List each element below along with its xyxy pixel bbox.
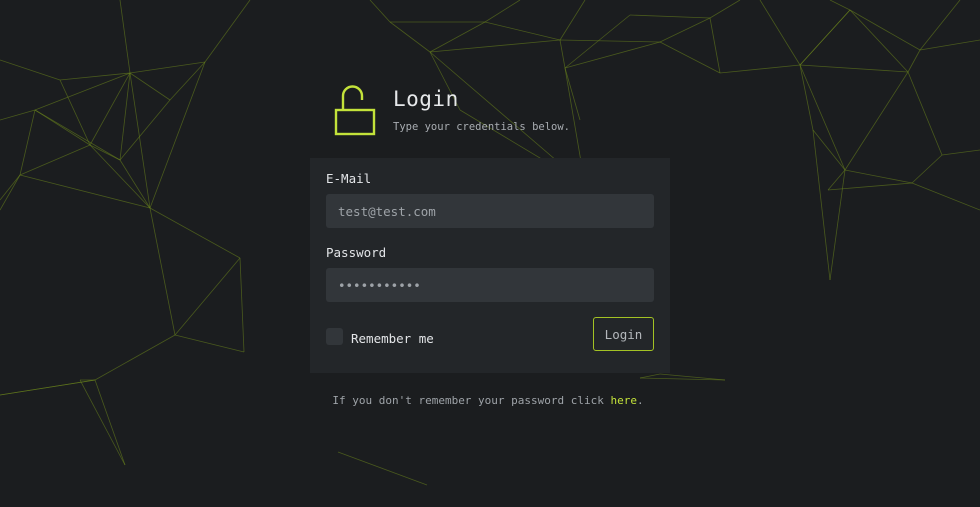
network-line [94,379,126,466]
page-title: Login [393,87,459,111]
network-line [94,334,176,381]
network-line [239,257,245,353]
remember-me: Remember me [326,327,434,346]
network-line [812,129,846,171]
network-line [174,257,241,336]
network-line [119,159,151,209]
remember-me-label: Remember me [351,331,434,346]
network-line [829,0,851,11]
login-header: Login Type your credentials below. [333,83,673,143]
network-line [149,207,176,336]
network-line [941,149,980,156]
remember-me-checkbox[interactable] [326,328,343,345]
network-line [119,99,171,161]
network-line [149,207,241,259]
network-line [0,109,36,121]
unlocked-padlock-icon [334,85,376,136]
network-line [799,9,851,66]
password-label: Password [326,245,387,260]
network-line [709,0,741,19]
login-button[interactable]: Login [593,317,654,351]
password-field[interactable] [326,268,654,302]
network-line [0,174,21,211]
network-line [659,17,711,43]
network-line [799,64,846,171]
network-line [129,72,151,209]
network-line [559,39,661,43]
network-line [659,41,721,74]
network-line [919,0,961,51]
network-line [389,21,431,53]
network-line [19,144,91,176]
network-line [709,17,721,74]
network-line [829,169,846,281]
network-line [799,64,814,131]
network-line [629,14,711,19]
network-line [129,72,171,101]
network-line [119,72,131,161]
network-line [89,144,151,209]
network-line [119,0,131,74]
network-line [907,49,921,73]
network-line [34,72,131,111]
email-field[interactable] [326,194,654,228]
network-line [0,379,96,396]
network-line [559,39,566,69]
forgot-password-text: If you don't remember your password clic… [0,394,980,407]
network-line [174,334,245,353]
network-line [0,174,21,201]
network-line [484,21,561,41]
network-line [169,61,206,101]
login-form: E-Mail Password Remember me Login [310,158,670,373]
network-line [204,0,251,63]
network-line [827,182,913,191]
network-line [844,169,913,184]
network-line [337,451,428,486]
login-page: Login Type your credentials below. E-Mai… [0,0,980,507]
network-line [911,154,943,184]
network-line [19,174,151,209]
network-line [484,0,521,23]
network-line [79,379,126,466]
network-line [799,64,909,73]
forgot-password-link[interactable]: here [611,394,638,407]
network-line [369,0,391,23]
network-line [844,71,909,171]
network-line [129,61,206,74]
network-line [89,72,131,146]
forgot-password-suffix: . [637,394,644,407]
network-line [759,0,801,66]
page-subtitle: Type your credentials below. [393,121,571,133]
network-line [559,0,586,41]
network-line [849,9,921,51]
network-line [639,373,661,379]
network-line [564,41,661,69]
network-line [907,71,943,156]
network-line [812,129,831,281]
network-line [911,182,980,211]
network-line [0,59,61,81]
network-line [149,61,206,209]
network-line [719,64,801,74]
network-line [19,109,36,176]
email-label: E-Mail [326,171,372,186]
network-line [919,39,980,51]
network-line [849,9,909,73]
forgot-password-message: If you don't remember your password clic… [332,394,604,407]
network-line [59,72,131,81]
